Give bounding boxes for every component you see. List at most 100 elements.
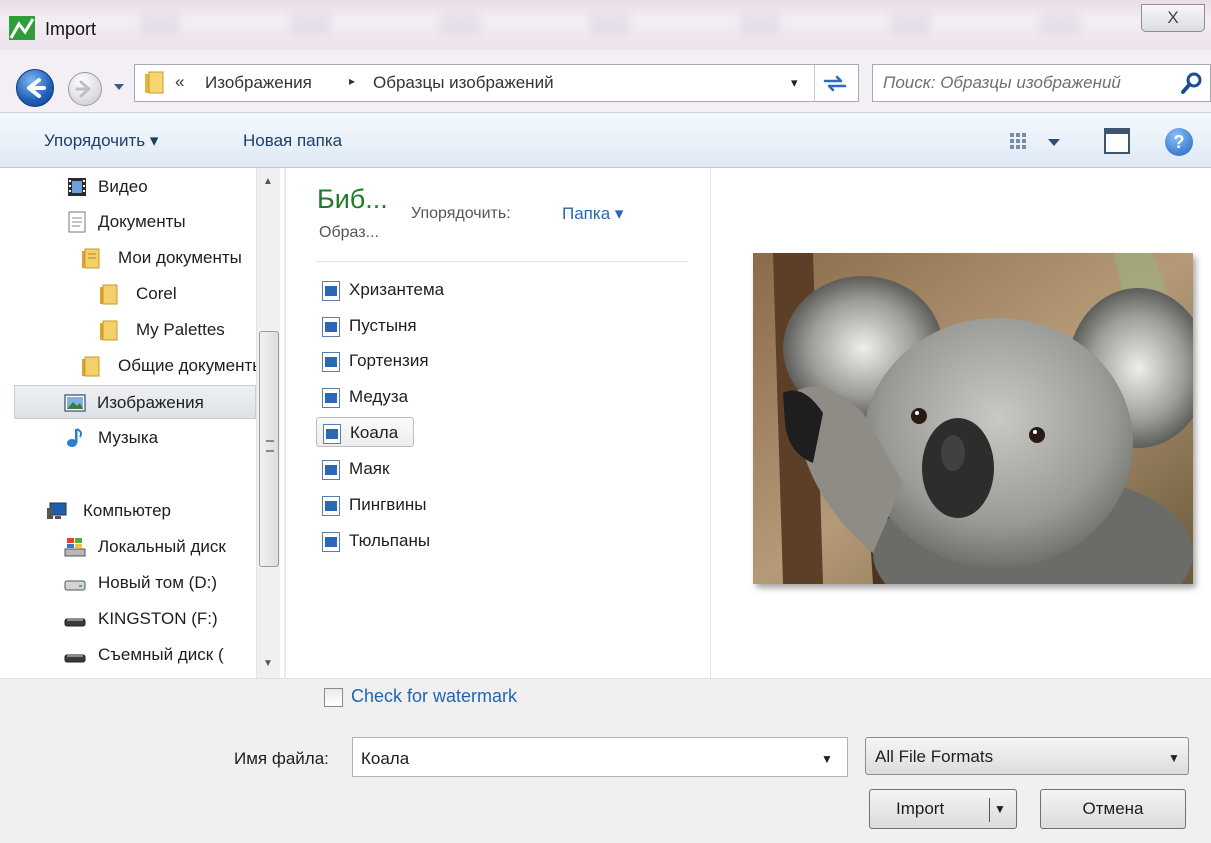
nav-label: KINGSTON (F:) xyxy=(98,609,218,628)
drive-icon xyxy=(64,580,86,591)
nav-item-computer[interactable]: Компьютер xyxy=(46,494,256,528)
removable-drive-icon xyxy=(64,618,86,627)
file-item[interactable]: Пингвины xyxy=(316,490,426,520)
watermark-checkbox[interactable] xyxy=(324,688,343,707)
nav-item-music[interactable]: Музыка xyxy=(64,421,254,455)
nav-item-my-palettes[interactable]: My Palettes xyxy=(98,313,256,347)
file-name: Тюльпаны xyxy=(349,531,431,550)
file-item[interactable]: Пустыня xyxy=(316,311,417,341)
nav-label: Corel xyxy=(136,284,177,303)
folder-icon xyxy=(100,284,118,305)
scroll-down-arrow-icon[interactable]: ▼ xyxy=(263,658,273,669)
documents-icon xyxy=(68,211,86,233)
image-file-icon xyxy=(322,352,340,372)
address-box[interactable]: « Изображения ▸ Образцы изображений ▾ xyxy=(134,64,859,102)
filename-combobox[interactable]: Коала ▼ xyxy=(352,737,848,777)
image-file-icon xyxy=(322,460,340,480)
import-options-arrow-icon[interactable]: ▼ xyxy=(994,790,1006,828)
nav-item-removable-disk[interactable]: Съемный диск ( xyxy=(64,638,256,672)
file-item[interactable]: Хризантема xyxy=(316,275,444,305)
nav-item-images[interactable]: Изображения xyxy=(14,385,256,419)
arrange-by-dropdown[interactable]: Папка ▾ xyxy=(562,204,623,224)
watermark-label[interactable]: Check for watermark xyxy=(351,686,517,707)
recent-pages-dropdown[interactable] xyxy=(112,80,126,94)
back-button[interactable] xyxy=(16,69,54,107)
file-item[interactable]: Гортензия xyxy=(316,346,429,376)
file-name: Медуза xyxy=(349,387,409,406)
nav-label: Съемный диск ( xyxy=(98,645,224,664)
file-item[interactable]: Медуза xyxy=(316,382,408,412)
forward-button[interactable] xyxy=(68,72,102,106)
close-button[interactable]: X xyxy=(1141,4,1205,32)
forward-arrow-icon xyxy=(75,80,91,98)
file-item[interactable]: Тюльпаны xyxy=(316,526,430,556)
file-format-select[interactable]: All File Formats ▼ xyxy=(865,737,1189,775)
nav-label: Локальный диск xyxy=(98,537,226,556)
nav-item-corel[interactable]: Corel xyxy=(98,277,256,311)
nav-label: Мои документы xyxy=(118,248,242,267)
file-item-selected[interactable]: Коала xyxy=(316,417,414,447)
scrollbar-thumb[interactable] xyxy=(259,331,279,567)
filename-input[interactable]: Коала xyxy=(361,749,409,769)
library-divider xyxy=(316,261,688,262)
back-arrow-icon xyxy=(27,78,46,98)
search-input[interactable]: Поиск: Образцы изображений xyxy=(883,73,1173,93)
navigation-pane: Видео Документы Мои документы Corel My P… xyxy=(0,168,284,678)
import-button[interactable]: Import ▼ xyxy=(869,789,1017,829)
nav-scrollbar[interactable]: ▲ ▼ xyxy=(256,168,280,678)
nav-label: Компьютер xyxy=(83,501,171,520)
nav-item-kingston-f[interactable]: KINGSTON (F:) xyxy=(64,602,256,636)
new-folder-button[interactable]: Новая папка xyxy=(243,131,342,151)
search-icon[interactable] xyxy=(1180,71,1204,95)
file-name: Хризантема xyxy=(349,280,445,299)
preview-pane-toggle-icon[interactable] xyxy=(1104,128,1130,154)
chevron-down-icon[interactable]: ▼ xyxy=(821,752,833,766)
image-file-icon xyxy=(322,281,340,301)
scroll-up-arrow-icon[interactable]: ▲ xyxy=(263,176,273,187)
organize-button[interactable]: Упорядочить ▾ xyxy=(44,131,158,151)
breadcrumb-sample-pictures[interactable]: Образцы изображений xyxy=(373,73,554,93)
removable-drive-icon xyxy=(64,654,86,663)
import-dialog: Import X « Изображения ▸ Образцы изображ… xyxy=(0,0,1211,843)
file-item[interactable]: Маяк xyxy=(316,454,389,484)
nav-item-my-documents[interactable]: Мои документы xyxy=(80,241,256,275)
change-view-icon[interactable] xyxy=(1008,130,1068,154)
nav-label: Видео xyxy=(98,177,148,196)
nav-item-documents[interactable]: Документы xyxy=(64,205,254,239)
music-icon xyxy=(67,428,82,447)
nav-item-local-disk[interactable]: Локальный диск xyxy=(64,530,256,564)
library-subtitle: Образ... xyxy=(319,224,379,241)
nav-label: Изображения xyxy=(97,393,204,412)
import-label: Import xyxy=(896,799,945,818)
nav-item-video[interactable]: Видео xyxy=(64,170,254,204)
window-title: Import xyxy=(45,19,97,39)
chevron-down-icon[interactable]: ▼ xyxy=(1168,751,1180,765)
file-name: Пустыня xyxy=(349,316,417,335)
file-list-pane: Биб... Образ... Упорядочить: Папка ▾ Хри… xyxy=(285,168,710,678)
refresh-icon[interactable] xyxy=(821,72,849,94)
help-icon[interactable]: ? xyxy=(1165,128,1193,156)
filename-label: Имя файла: xyxy=(234,749,329,768)
computer-icon xyxy=(47,502,67,519)
nav-label: Новый том (D:) xyxy=(98,573,217,592)
breadcrumb-images[interactable]: Изображения xyxy=(205,73,312,93)
image-file-icon xyxy=(323,424,341,444)
image-file-icon xyxy=(322,317,340,337)
nav-label: Документы xyxy=(98,212,186,231)
pictures-icon xyxy=(64,394,86,412)
nav-label: My Palettes xyxy=(136,320,225,339)
preview-pane xyxy=(710,168,1211,678)
folder-icon xyxy=(100,320,118,341)
nav-item-shared-documents[interactable]: Общие документы xyxy=(80,349,256,383)
split-divider xyxy=(989,798,990,822)
file-format-value: All File Formats xyxy=(875,747,994,766)
image-file-icon xyxy=(322,496,340,516)
nav-item-new-volume-d[interactable]: Новый том (D:) xyxy=(64,566,256,600)
address-dropdown-button[interactable]: ▾ xyxy=(791,75,798,91)
address-divider xyxy=(814,65,815,101)
search-box[interactable]: Поиск: Образцы изображений xyxy=(872,64,1211,102)
breadcrumb-overflow-button[interactable]: « xyxy=(175,72,184,92)
folder-icon xyxy=(82,248,100,269)
cancel-button[interactable]: Отмена xyxy=(1040,789,1186,829)
breadcrumb-separator-icon[interactable]: ▸ xyxy=(349,74,355,88)
